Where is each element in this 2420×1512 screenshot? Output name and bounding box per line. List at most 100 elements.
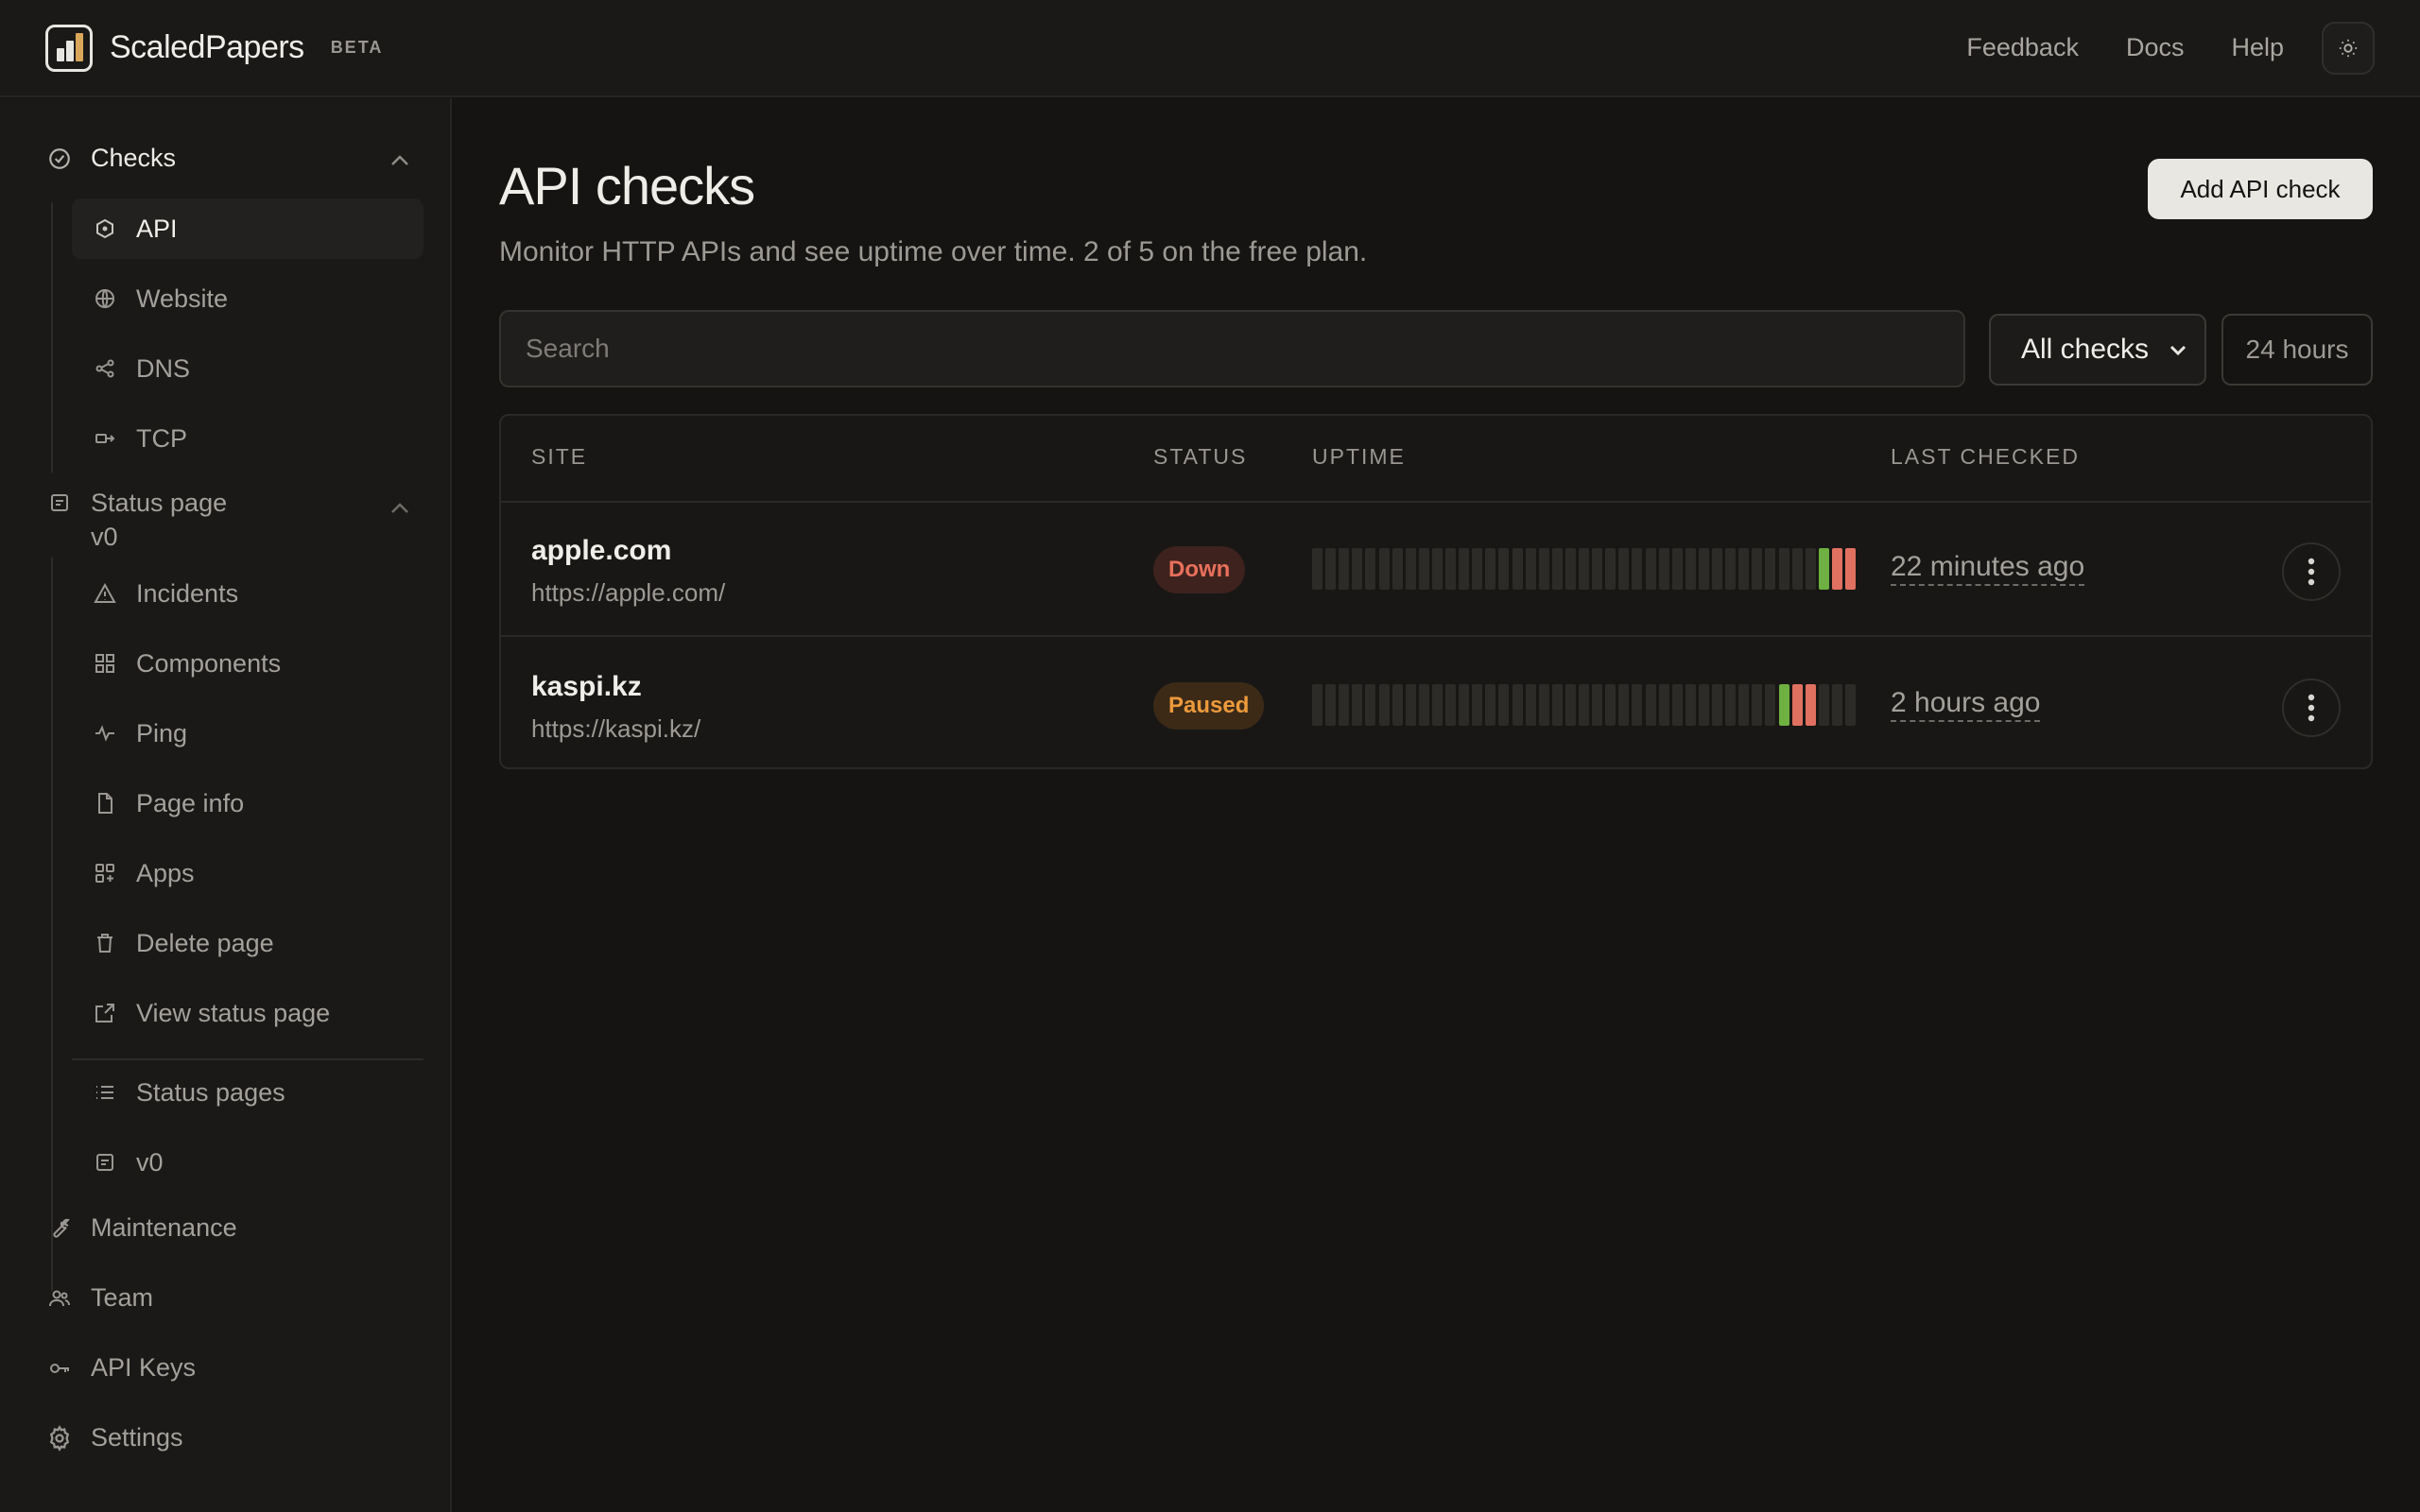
uptime-segment[interactable] <box>1592 684 1603 726</box>
uptime-segment[interactable] <box>1551 548 1563 590</box>
sidebar-item-delete-page[interactable]: Delete page <box>72 913 424 973</box>
sidebar-item-api[interactable]: API <box>72 198 424 259</box>
uptime-segment[interactable] <box>1632 548 1643 590</box>
uptime-segment[interactable] <box>1564 548 1576 590</box>
uptime-segment[interactable] <box>1312 684 1322 726</box>
site-name[interactable]: kaspi.kz <box>531 671 642 703</box>
sidebar-item-incidents[interactable]: Incidents <box>72 563 424 624</box>
chevron-up-icon[interactable] <box>386 151 414 170</box>
uptime-segment[interactable] <box>1685 684 1696 726</box>
uptime-segment[interactable] <box>1725 548 1737 590</box>
uptime-segment[interactable] <box>1805 548 1816 590</box>
uptime-segment[interactable] <box>1485 684 1496 726</box>
uptime-segment[interactable] <box>1791 684 1803 726</box>
uptime-segment[interactable] <box>1671 548 1683 590</box>
uptime-segment[interactable] <box>1525 684 1536 726</box>
uptime-segment[interactable] <box>1671 684 1683 726</box>
uptime-segment[interactable] <box>1472 548 1483 590</box>
sidebar-item-v0[interactable]: v0 <box>72 1132 424 1193</box>
sidebar-section-checks[interactable]: Checks <box>45 144 176 173</box>
theme-toggle-button[interactable] <box>2322 21 2375 75</box>
uptime-segment[interactable] <box>1498 548 1510 590</box>
row-menu-button[interactable] <box>2282 542 2341 601</box>
uptime-segment[interactable] <box>1645 684 1656 726</box>
uptime-segment[interactable] <box>1738 684 1750 726</box>
uptime-segment[interactable] <box>1752 548 1763 590</box>
uptime-segment[interactable] <box>1605 684 1616 726</box>
docs-link[interactable]: Docs <box>2126 33 2185 62</box>
site-name[interactable]: apple.com <box>531 535 671 567</box>
uptime-segment[interactable] <box>1392 548 1403 590</box>
uptime-segment[interactable] <box>1632 684 1643 726</box>
sidebar-item-ping[interactable]: Ping <box>72 703 424 764</box>
uptime-segment[interactable] <box>1778 548 1789 590</box>
uptime-segment[interactable] <box>1579 684 1589 726</box>
uptime-segment[interactable] <box>1352 548 1363 590</box>
search-input[interactable] <box>499 310 1965 387</box>
uptime-segment[interactable] <box>1658 684 1669 726</box>
row-menu-button[interactable] <box>2282 679 2341 737</box>
time-range-button[interactable]: 24 hours <box>2221 314 2373 386</box>
uptime-segment[interactable] <box>1405 548 1416 590</box>
sidebar-item-tcp[interactable]: TCP <box>72 408 424 469</box>
uptime-segment[interactable] <box>1805 684 1816 726</box>
uptime-segment[interactable] <box>1605 548 1616 590</box>
uptime-segment[interactable] <box>1778 684 1789 726</box>
uptime-segment[interactable] <box>1551 684 1563 726</box>
uptime-segment[interactable] <box>1352 684 1363 726</box>
uptime-segment[interactable] <box>1378 684 1390 726</box>
uptime-segment[interactable] <box>1725 684 1737 726</box>
uptime-segment[interactable] <box>1512 684 1523 726</box>
sidebar-item-settings[interactable]: Settings <box>45 1423 183 1452</box>
uptime-segment[interactable] <box>1831 548 1842 590</box>
uptime-segment[interactable] <box>1339 548 1350 590</box>
uptime-segment[interactable] <box>1431 684 1443 726</box>
uptime-segment[interactable] <box>1765 548 1776 590</box>
uptime-segment[interactable] <box>1845 684 1856 726</box>
uptime-segment[interactable] <box>1698 684 1709 726</box>
sidebar-item-api-keys[interactable]: API Keys <box>45 1353 196 1383</box>
uptime-segment[interactable] <box>1712 684 1722 726</box>
uptime-segment[interactable] <box>1538 548 1549 590</box>
uptime-segment[interactable] <box>1658 548 1669 590</box>
uptime-segment[interactable] <box>1791 548 1803 590</box>
uptime-segment[interactable] <box>1498 684 1510 726</box>
table-row[interactable]: kaspi.kz https://kaspi.kz/ Paused 2 hour… <box>501 639 2371 767</box>
uptime-segment[interactable] <box>1312 548 1322 590</box>
add-api-check-button[interactable]: Add API check <box>2148 159 2373 219</box>
uptime-segment[interactable] <box>1459 684 1470 726</box>
feedback-link[interactable]: Feedback <box>1966 33 2079 62</box>
sidebar-item-page-info[interactable]: Page info <box>72 773 424 833</box>
checks-filter-select[interactable]: All checks <box>1989 314 2206 386</box>
uptime-segment[interactable] <box>1538 684 1549 726</box>
uptime-segment[interactable] <box>1472 684 1483 726</box>
uptime-segment[interactable] <box>1512 548 1523 590</box>
uptime-segment[interactable] <box>1698 548 1709 590</box>
uptime-segment[interactable] <box>1431 548 1443 590</box>
uptime-segment[interactable] <box>1339 684 1350 726</box>
brand[interactable]: ScaledPapers BETA <box>45 24 383 72</box>
help-link[interactable]: Help <box>2231 33 2284 62</box>
uptime-segment[interactable] <box>1365 548 1376 590</box>
uptime-segment[interactable] <box>1618 684 1630 726</box>
chevron-up-icon[interactable] <box>386 499 414 518</box>
uptime-segment[interactable] <box>1418 684 1429 726</box>
sidebar-item-website[interactable]: Website <box>72 268 424 329</box>
uptime-segment[interactable] <box>1418 548 1429 590</box>
table-row[interactable]: apple.com https://apple.com/ Down 22 min… <box>501 503 2371 637</box>
sidebar-item-view-status-page[interactable]: View status page <box>72 983 424 1043</box>
uptime-segment[interactable] <box>1405 684 1416 726</box>
uptime-segment[interactable] <box>1564 684 1576 726</box>
uptime-segment[interactable] <box>1685 548 1696 590</box>
uptime-segment[interactable] <box>1378 548 1390 590</box>
uptime-segment[interactable] <box>1645 548 1656 590</box>
uptime-segment[interactable] <box>1592 548 1603 590</box>
uptime-segment[interactable] <box>1579 548 1589 590</box>
sidebar-item-team[interactable]: Team <box>45 1283 153 1313</box>
sidebar-item-dns[interactable]: DNS <box>72 338 424 399</box>
uptime-segment[interactable] <box>1831 684 1842 726</box>
uptime-segment[interactable] <box>1738 548 1750 590</box>
uptime-segment[interactable] <box>1818 684 1829 726</box>
uptime-segment[interactable] <box>1459 548 1470 590</box>
uptime-segment[interactable] <box>1445 548 1456 590</box>
